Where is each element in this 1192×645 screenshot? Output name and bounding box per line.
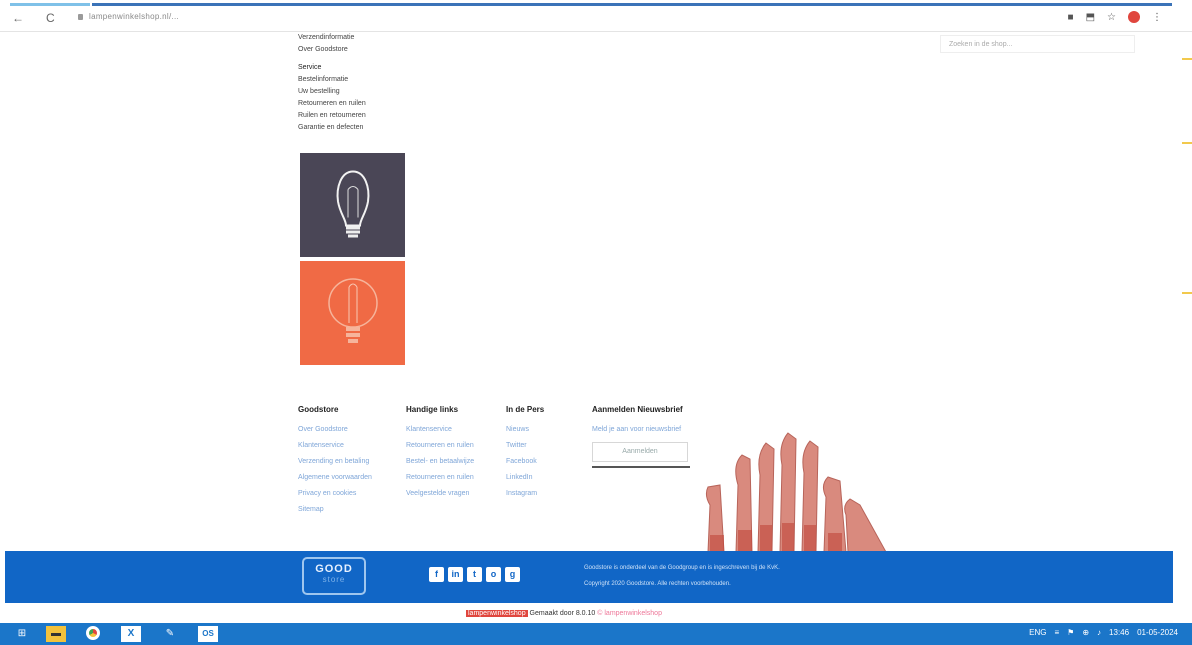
status-brand[interactable]: lampenwinkelshop bbox=[466, 610, 528, 617]
language-indicator[interactable]: ENG bbox=[1029, 628, 1046, 637]
action-center-icon[interactable]: ≡ bbox=[1055, 628, 1060, 637]
newsletter-text: Meld je aan voor nieuwsbrief bbox=[592, 426, 682, 433]
thumbs-up-hands-image bbox=[705, 432, 887, 552]
footer-column-goodstore: Goodstore Over Goodstore Klantenservice … bbox=[298, 402, 372, 518]
footer-column-title: Handige links bbox=[406, 405, 459, 414]
footer-link[interactable]: Retourneren en ruilen bbox=[406, 470, 474, 486]
footer-link[interactable]: Nieuws bbox=[506, 422, 544, 438]
footer-link[interactable]: Twitter bbox=[506, 438, 544, 454]
info-link[interactable]: Verzendinformatie bbox=[298, 32, 354, 44]
extension-icon[interactable]: ■ bbox=[1068, 12, 1074, 23]
windows-start-icon[interactable]: ⊞ bbox=[12, 626, 32, 642]
back-icon[interactable]: ← bbox=[12, 11, 24, 25]
service-link[interactable]: Garantie en defecten bbox=[298, 122, 366, 134]
footer-copyright: Copyright 2020 Goodstore. Alle rechten v… bbox=[584, 581, 731, 587]
flag-icon[interactable]: ⚑ bbox=[1067, 628, 1074, 637]
scroll-marker bbox=[1182, 58, 1192, 60]
footer-link[interactable]: Veelgestelde vragen bbox=[406, 486, 474, 502]
footer-column-title: Goodstore bbox=[298, 405, 339, 414]
lightbulb-icon bbox=[327, 278, 378, 343]
footer-column-title: Aanmelden Nieuwsbrief bbox=[592, 405, 683, 414]
facebook-icon[interactable]: f bbox=[429, 567, 444, 582]
browser-toolbar: ← C lampenwinkelshop.nl/... ■ ⬒ ☆ ⋮ bbox=[0, 0, 1192, 32]
lock-icon bbox=[78, 13, 83, 20]
pen-app-icon[interactable]: ✎ bbox=[160, 626, 180, 642]
service-links: Service Bestelinformatie Uw bestelling R… bbox=[298, 62, 366, 134]
footer-link[interactable]: Verzending en betaling bbox=[298, 454, 372, 470]
footer-link[interactable]: Algemene voorwaarden bbox=[298, 470, 372, 486]
footer-link[interactable]: LinkedIn bbox=[506, 470, 544, 486]
newsletter-button[interactable]: Aanmelden bbox=[592, 442, 688, 462]
system-tray: ENG ≡ ⚑ ⊕ ♪ 13:46 01-05-2024 bbox=[1029, 628, 1178, 637]
browser-top-accent bbox=[92, 3, 1172, 6]
info-links: Verzendinformatie Over Goodstore bbox=[298, 32, 354, 56]
file-explorer-icon[interactable]: ▬ bbox=[46, 626, 66, 642]
footer-column-newsletter: Aanmelden Nieuwsbrief Meld je aan voor n… bbox=[592, 402, 690, 468]
taskbar: ⊞ ▬ X ✎ OS ENG ≡ ⚑ ⊕ ♪ 13:46 01-05-2024 bbox=[0, 623, 1192, 645]
google-icon[interactable]: g bbox=[505, 567, 520, 582]
goodstore-logo[interactable]: GOOD store bbox=[302, 557, 366, 595]
service-link[interactable]: Bestelinformatie bbox=[298, 74, 366, 86]
footer-link[interactable]: Bestel- en betaalwijze bbox=[406, 454, 474, 470]
scroll-marker bbox=[1182, 142, 1192, 144]
service-link[interactable]: Ruilen en retourneren bbox=[298, 110, 366, 122]
reload-icon[interactable]: C bbox=[46, 11, 55, 25]
footer-link[interactable]: Over Goodstore bbox=[298, 422, 372, 438]
url-text: lampenwinkelshop.nl/... bbox=[89, 12, 180, 21]
service-link[interactable]: Uw bestelling bbox=[298, 86, 366, 98]
linkedin-icon[interactable]: in bbox=[448, 567, 463, 582]
volume-icon[interactable]: ♪ bbox=[1097, 628, 1101, 637]
footer-link[interactable]: Klantenservice bbox=[298, 438, 372, 454]
footer-column-pers: In de Pers Nieuws Twitter Facebook Linke… bbox=[506, 402, 544, 502]
address-bar[interactable]: lampenwinkelshop.nl/... bbox=[78, 12, 179, 21]
os-app-icon[interactable]: OS bbox=[198, 626, 218, 642]
profile-avatar[interactable] bbox=[1128, 11, 1140, 23]
clock-date[interactable]: 01-05-2024 bbox=[1137, 628, 1178, 637]
excel-icon[interactable]: X bbox=[121, 626, 141, 642]
network-icon[interactable]: ⊕ bbox=[1082, 628, 1089, 637]
footer-link[interactable]: Retourneren en ruilen bbox=[406, 438, 474, 454]
footer-bar: GOOD store f in t o g Goodstore is onder… bbox=[5, 551, 1173, 603]
footer-column-title: In de Pers bbox=[506, 405, 545, 414]
info-link[interactable]: Over Goodstore bbox=[298, 44, 354, 56]
bulb-image-dark[interactable] bbox=[300, 153, 405, 257]
bulb-image-orange[interactable] bbox=[300, 261, 405, 365]
lightbulb-icon bbox=[336, 170, 369, 238]
footer-link[interactable]: Privacy en cookies bbox=[298, 486, 372, 502]
footer-link[interactable]: Klantenservice bbox=[406, 422, 474, 438]
instagram-icon[interactable]: o bbox=[486, 567, 501, 582]
footer-column-handige-links: Handige links Klantenservice Retourneren… bbox=[406, 402, 474, 502]
status-text: Gemaakt door 8.0.10 bbox=[529, 610, 596, 617]
logo-sub: store bbox=[322, 575, 346, 584]
status-line: lampenwinkelshop Gemaakt door 8.0.10 © l… bbox=[466, 610, 662, 617]
service-heading: Service bbox=[298, 64, 322, 71]
footer-link[interactable]: Facebook bbox=[506, 454, 544, 470]
search-input[interactable]: Zoeken in de shop... bbox=[940, 35, 1135, 53]
chrome-icon[interactable] bbox=[83, 626, 103, 642]
browser-tab-strip bbox=[10, 3, 90, 6]
footer-company-text: Goodstore is onderdeel van de Goodgroup … bbox=[584, 565, 780, 571]
status-ghost: © lampenwinkelshop bbox=[597, 610, 662, 617]
newsletter-underline bbox=[592, 466, 690, 468]
clock-time[interactable]: 13:46 bbox=[1109, 628, 1129, 637]
social-icons: f in t o g bbox=[429, 567, 520, 582]
footer-link[interactable]: Instagram bbox=[506, 486, 544, 502]
twitter-icon[interactable]: t bbox=[467, 567, 482, 582]
menu-icon[interactable]: ⋮ bbox=[1152, 12, 1162, 23]
star-icon[interactable]: ☆ bbox=[1107, 12, 1116, 23]
footer-link[interactable]: Sitemap bbox=[298, 502, 372, 518]
scroll-marker bbox=[1182, 292, 1192, 294]
logo-text: GOOD bbox=[315, 563, 353, 575]
share-icon[interactable]: ⬒ bbox=[1086, 12, 1095, 23]
service-link[interactable]: Retourneren en ruilen bbox=[298, 98, 366, 110]
